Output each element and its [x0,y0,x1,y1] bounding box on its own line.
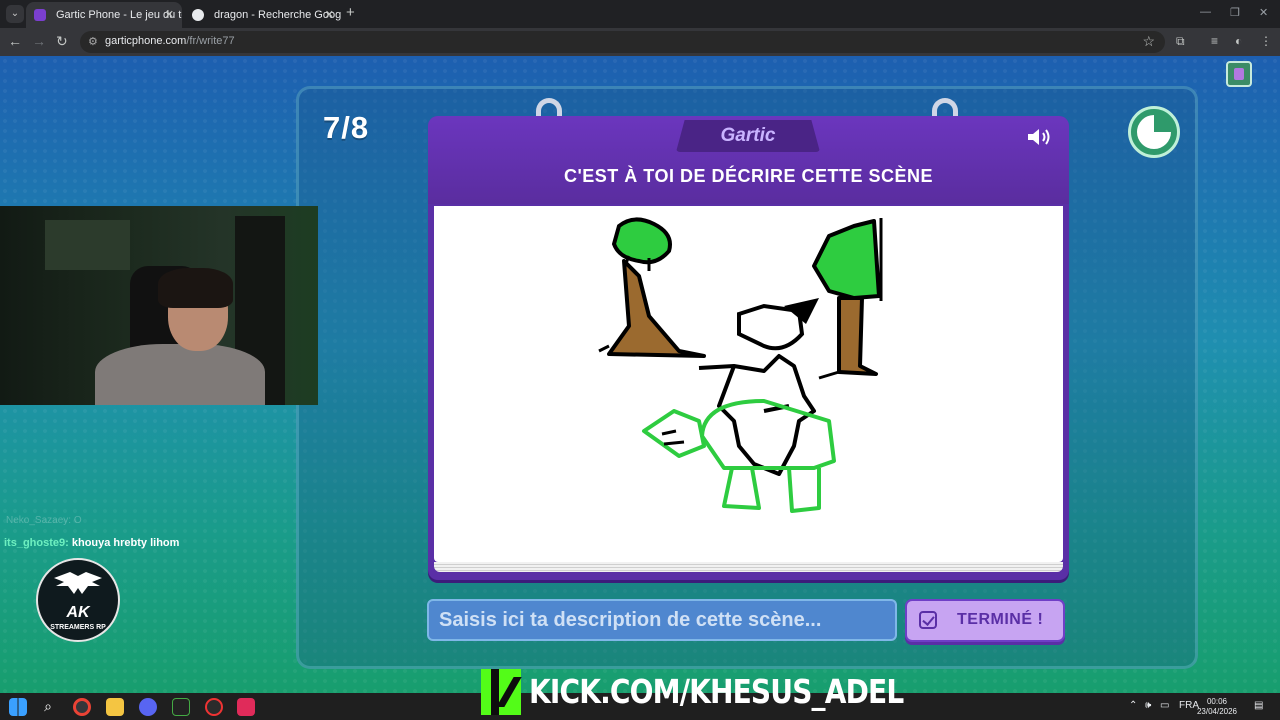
tab-google-search[interactable]: dragon - Recherche Google ✕ [184,2,342,28]
left-tree-trunk [607,259,706,358]
url-text: garticphone.com/fr/write77 [105,35,235,47]
done-label: TERMINÉ ! [957,611,1044,628]
wall-poster [45,220,130,270]
obs-icon[interactable] [205,698,223,716]
gartic-favicon-icon [34,9,46,21]
stream-extension-icon[interactable] [1226,61,1252,87]
terminal-icon[interactable] [172,698,190,716]
gartic-logo: Gartic [720,125,776,146]
close-tab-icon[interactable]: ✕ [325,2,334,28]
chat-message: its_ghoste9: khouya hrebty lihom [4,537,179,549]
webcam-overlay [0,206,318,405]
profile-icon[interactable]: ◐ [1235,34,1242,48]
right-tree-trunk [837,296,878,376]
mount-legs [722,467,821,513]
done-button[interactable]: TERMINÉ ! [905,599,1065,642]
site-info-icon[interactable]: ⚙ [88,35,98,48]
description-input[interactable] [427,599,897,641]
network-icon[interactable]: ▭ [1160,700,1169,711]
clock[interactable]: 00:06 23/04/2026 [1196,697,1238,717]
mount-face [661,429,685,446]
restore-icon[interactable]: ❐ [1230,6,1240,19]
close-tab-icon[interactable]: ✕ [165,2,174,28]
menu-icon[interactable]: ⋮ [1260,34,1272,48]
windows-start-icon[interactable] [9,698,27,716]
left-tree-canopy [611,217,672,265]
right-tree-canopy [812,219,881,300]
logo-main-text: AK [66,604,90,621]
search-icon[interactable]: ⌕ [39,698,57,716]
browser-toolbar: ← → ↻ ⚙ garticphone.com/fr/write77 ☆ ⧉ ≡… [0,28,1280,56]
instruction-title: C'EST À TOI DE DÉCRIRE CETTE SCÈNE [564,166,933,186]
rider-body [717,354,816,476]
eagle-icon [54,572,102,594]
paper-stack-edge [434,562,1063,572]
discord-icon[interactable] [139,698,157,716]
tab-search-icon[interactable]: ⌄ [6,5,24,23]
mount-head [642,409,706,458]
file-explorer-icon[interactable] [106,698,124,716]
clock-date: 23/04/2026 [1196,707,1238,716]
drawing-canvas [434,206,1063,562]
logo-sub-text: STREAMERS RP [50,624,106,631]
forward-icon[interactable]: → [32,33,46,49]
kick-logo-icon [481,669,521,715]
check-icon [919,611,937,629]
card-header: Gartic C'EST À TOI DE DÉCRIRE CETTE SCÈN… [428,116,1069,204]
chrome-icon[interactable] [73,698,91,716]
google-favicon-icon [192,9,204,21]
volume-icon[interactable]: 🕪 [1145,700,1151,711]
notebook-card: Gartic C'EST À TOI DE DÉCRIRE CETTE SCÈN… [428,98,1069,580]
back-icon[interactable]: ← [8,33,22,49]
tab-title: Gartic Phone - Le jeu du téléphone [56,9,182,21]
notifications-icon[interactable]: ▤ [1254,700,1263,711]
streamer-hair [158,268,233,308]
browser-tab-strip: ⌄ Gartic Phone - Le jeu du téléphone ✕ d… [0,0,1280,28]
minimize-icon[interactable]: — [1200,6,1211,18]
timer-icon [1128,106,1180,158]
chat-username: its_ghoste9: [4,537,69,549]
new-tab-icon[interactable]: + [346,4,355,21]
extensions-icon[interactable]: ⧉ [1176,34,1185,49]
bookmark-star-icon[interactable]: ☆ [1142,33,1155,50]
close-window-icon[interactable]: ✕ [1259,6,1268,19]
kick-channel-text: KICK.COM/KHESUS_ADEL [529,672,904,711]
reload-icon[interactable]: ↻ [56,33,68,50]
clock-time: 00:06 [1206,697,1228,706]
address-bar[interactable]: ⚙ garticphone.com/fr/write77 ☆ [80,31,1165,53]
tiktok-icon[interactable] [237,698,255,716]
reading-list-icon[interactable]: ≡ [1211,34,1218,48]
tab-title: dragon - Recherche Google [214,9,342,21]
chat-message-faded: Neko_Sazaey: O [6,515,82,526]
gartic-page: 7/8 Gartic C'EST À TOI DE DÉCRIRE CETTE … [0,56,1280,693]
tab-gartic-phone[interactable]: Gartic Phone - Le jeu du téléphone ✕ [26,2,182,28]
round-counter: 7/8 [323,110,370,145]
timer-dial [1137,115,1171,149]
ak-streamers-logo: AK STREAMERS RP [36,558,120,642]
drawing [598,217,883,513]
streamer-body [95,344,265,405]
tray-expand-icon[interactable]: ⌃ [1129,700,1137,711]
sound-icon[interactable] [1026,126,1054,148]
chat-text: khouya hrebty lihom [71,537,180,549]
